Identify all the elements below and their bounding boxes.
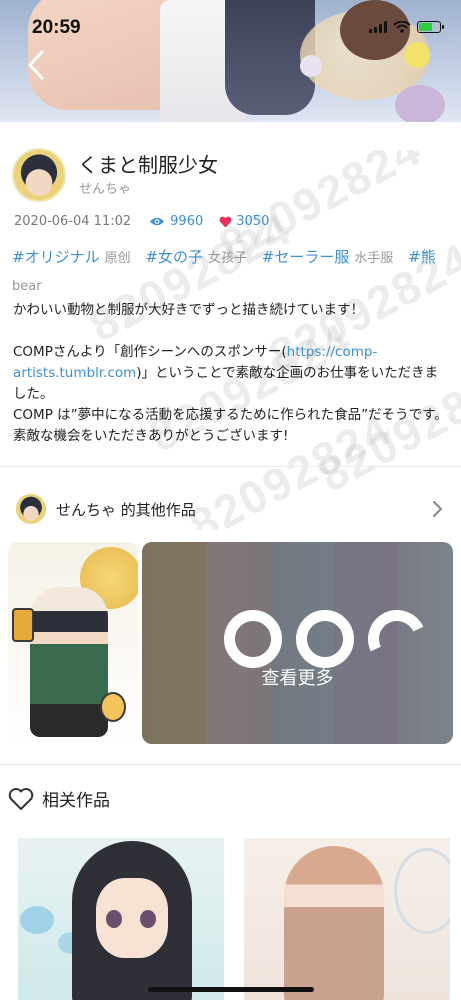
chevron-right-icon[interactable] bbox=[431, 500, 443, 518]
related-work-thumbnail[interactable] bbox=[18, 838, 224, 1000]
lantern-shape bbox=[100, 692, 126, 722]
signal-icon bbox=[369, 21, 387, 33]
views-count: 9960 bbox=[149, 214, 203, 229]
tag-list: #オリジナル 原创 #女の子 女孩子 #セーラー服 水手服 #熊 bear bbox=[12, 244, 452, 300]
artwork-title: くまと制服少女 bbox=[78, 153, 218, 177]
character-eye bbox=[140, 910, 156, 928]
heart-icon bbox=[219, 216, 232, 227]
artwork-meta: 2020-06-04 11:02 9960 3050 bbox=[14, 214, 269, 229]
eye-icon bbox=[150, 217, 165, 226]
other-works-title: せんちゃ 的其他作品 bbox=[56, 500, 196, 519]
pufferfish-shape bbox=[20, 906, 54, 934]
description-paragraph: COMP は”夢中になる活動を応援するために作られた食品”だそうです。素敵な機会… bbox=[13, 407, 448, 444]
description-paragraph: かわいい動物と制服が大好きでずっと描き続けています！ bbox=[13, 302, 364, 318]
character-figure bbox=[284, 846, 384, 1000]
character-eye bbox=[106, 910, 122, 928]
divider bbox=[0, 764, 461, 765]
tag-link[interactable]: #オリジナル bbox=[12, 248, 100, 266]
character-figure bbox=[30, 587, 108, 737]
view-more-panel[interactable]: 查看更多 bbox=[142, 542, 453, 744]
home-indicator[interactable] bbox=[148, 987, 314, 992]
battery-icon bbox=[417, 21, 444, 33]
artwork-description: かわいい動物と制服が大好きでずっと描き続けています！ COMPさんより「創作シー… bbox=[13, 300, 449, 447]
tag-link[interactable]: #セーラー服 bbox=[262, 248, 350, 266]
likes-value: 3050 bbox=[236, 214, 270, 229]
description-paragraph: COMPさんより「創作シーンへのスポンサー(https://comp-artis… bbox=[13, 342, 449, 405]
related-work-thumbnail[interactable] bbox=[244, 838, 450, 1000]
tag-link[interactable]: #女の子 bbox=[145, 248, 203, 266]
wifi-icon bbox=[393, 21, 411, 33]
views-value: 9960 bbox=[170, 214, 204, 229]
tag-translation: 女孩子 bbox=[207, 251, 247, 266]
other-works-header[interactable]: せんちゃ 的其他作品 bbox=[16, 494, 196, 524]
related-title: 相关作品 bbox=[42, 791, 110, 811]
decoration-circle bbox=[394, 848, 450, 934]
tag-translation: bear bbox=[12, 279, 42, 294]
author-avatar-small bbox=[16, 494, 46, 524]
other-work-thumbnail[interactable] bbox=[8, 542, 138, 744]
flower-decoration bbox=[404, 42, 430, 68]
view-more-label: 查看更多 bbox=[261, 668, 334, 689]
tag-translation: 原创 bbox=[104, 251, 131, 266]
description-text: COMPさんより「創作シーンへのスポンサー( bbox=[13, 344, 287, 360]
tag-translation: 水手服 bbox=[354, 251, 394, 266]
related-header: 相关作品 bbox=[8, 786, 110, 811]
heart-outline-icon bbox=[8, 787, 34, 810]
divider bbox=[0, 466, 461, 467]
status-icons bbox=[369, 21, 444, 33]
likes-count[interactable]: 3050 bbox=[219, 214, 269, 229]
bear-figure bbox=[395, 85, 445, 122]
lantern-shape bbox=[12, 608, 34, 642]
loading-rings-icon bbox=[224, 601, 435, 677]
publish-date: 2020-06-04 11:02 bbox=[14, 214, 132, 229]
author-name[interactable]: せんちゃ bbox=[79, 178, 131, 197]
status-time: 20:59 bbox=[32, 17, 81, 38]
tag-link[interactable]: #熊 bbox=[408, 248, 436, 266]
flower-decoration bbox=[300, 55, 322, 77]
back-button[interactable] bbox=[22, 48, 52, 82]
author-avatar[interactable] bbox=[12, 148, 66, 202]
